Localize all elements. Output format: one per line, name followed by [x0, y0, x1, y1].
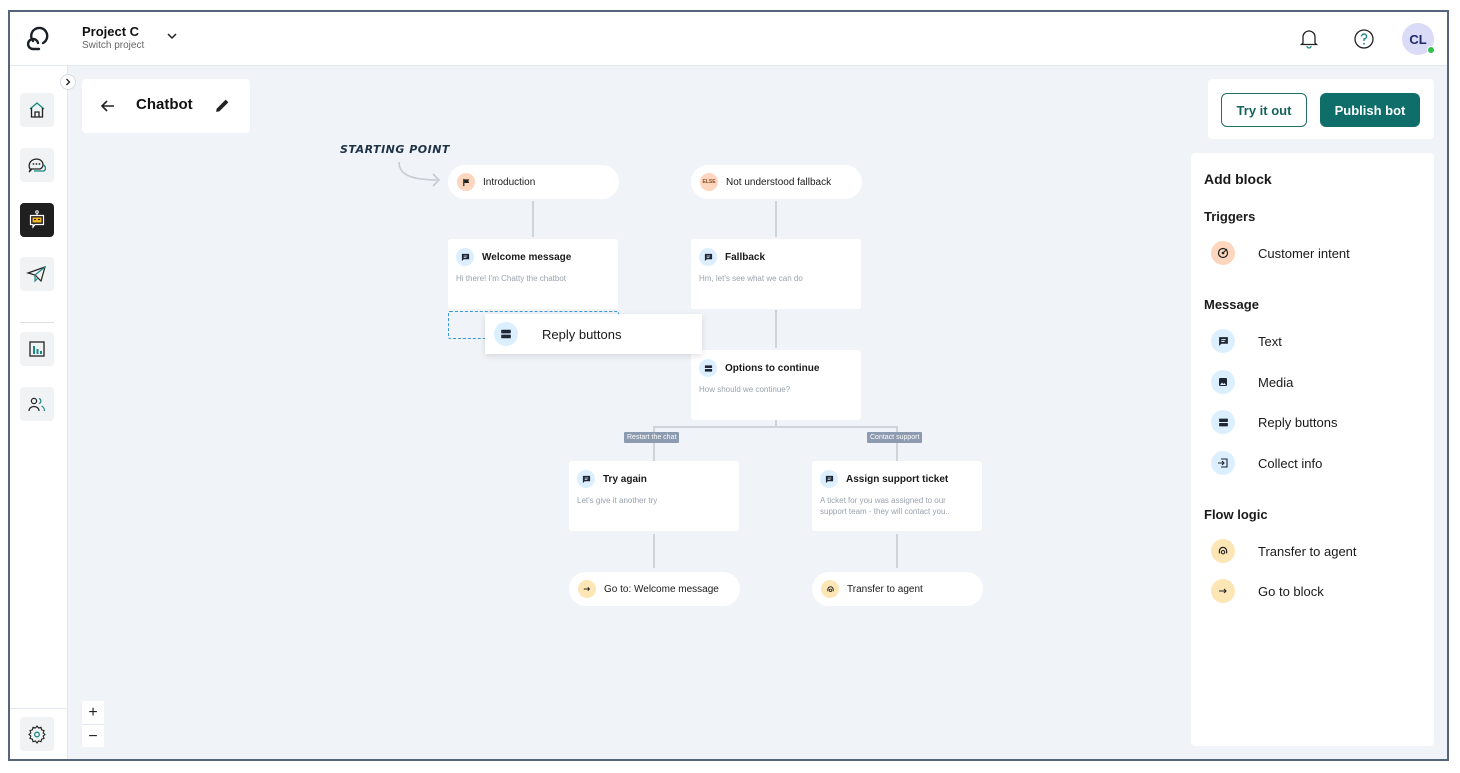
- sidebar-item-reports[interactable]: [20, 332, 54, 366]
- connector: [775, 310, 777, 348]
- branch-label-restart: Restart the chat: [624, 432, 680, 443]
- node-assign-support-ticket[interactable]: Assign support ticket A ticket for you w…: [812, 461, 982, 531]
- node-go-to-welcome[interactable]: Go to: Welcome message: [569, 572, 740, 606]
- zoom-controls: + −: [82, 701, 104, 747]
- sidebar-item-campaigns[interactable]: [20, 257, 54, 291]
- node-transfer-to-agent[interactable]: Transfer to agent: [812, 572, 983, 606]
- dragging-block-reply-buttons[interactable]: Reply buttons: [485, 314, 702, 354]
- input-icon: [1211, 451, 1235, 475]
- message-icon: [820, 470, 838, 488]
- sidebar-collapse-toggle[interactable]: [60, 74, 76, 90]
- block-media[interactable]: Media: [1211, 368, 1293, 396]
- user-avatar[interactable]: CL: [1402, 23, 1435, 55]
- reply-buttons-icon: [1211, 410, 1235, 434]
- sidebar-item-chatbot[interactable]: [20, 203, 54, 237]
- node-try-again[interactable]: Try again Let's give it another try: [569, 461, 739, 531]
- section-triggers: Triggers: [1204, 209, 1256, 224]
- reply-buttons-icon: [494, 322, 518, 346]
- sidebar-item-conversations[interactable]: [20, 148, 54, 182]
- project-switcher[interactable]: Project C Switch project: [82, 24, 144, 52]
- section-flow-logic: Flow logic: [1204, 507, 1268, 522]
- image-icon: [1211, 370, 1235, 394]
- sidebar-item-settings[interactable]: [20, 717, 54, 751]
- block-text[interactable]: Text: [1211, 327, 1282, 355]
- branch-label-contact: Contact support: [867, 432, 923, 443]
- else-badge-icon: ELSE: [700, 173, 718, 191]
- help-icon[interactable]: [1353, 28, 1375, 50]
- connector: [653, 534, 655, 568]
- connector: [653, 426, 898, 428]
- gear-icon: [28, 725, 46, 744]
- sidebar-item-contacts[interactable]: [20, 387, 54, 421]
- sidebar-bottom-divider: [10, 708, 67, 709]
- connector: [532, 201, 534, 237]
- back-arrow-icon[interactable]: [100, 98, 116, 114]
- block-collect-info[interactable]: Collect info: [1211, 449, 1322, 477]
- block-reply-buttons[interactable]: Reply buttons: [1211, 408, 1338, 436]
- message-icon: [577, 470, 595, 488]
- top-bar: Project C Switch project CL: [10, 12, 1447, 66]
- connector: [896, 534, 898, 568]
- zoom-in-button[interactable]: +: [82, 701, 104, 724]
- headset-icon: [821, 580, 839, 598]
- arrow-right-icon: [578, 580, 596, 598]
- sidebar-divider: [20, 322, 54, 323]
- page-title: Chatbot: [136, 96, 193, 113]
- block-go-to-block[interactable]: Go to block: [1211, 577, 1324, 605]
- app-window: STARTING POINT Introduction ELSE Not und…: [8, 10, 1449, 761]
- starting-point-label: STARTING POINT: [340, 143, 450, 156]
- flag-icon: [457, 173, 475, 191]
- add-block-panel: Add block Triggers Customer intent Messa…: [1191, 153, 1434, 746]
- block-transfer-to-agent[interactable]: Transfer to agent: [1211, 537, 1357, 565]
- chevron-right-icon: [66, 78, 71, 86]
- message-icon: [699, 248, 717, 266]
- node-welcome-message[interactable]: Welcome message Hi there! I'm Chatty the…: [448, 239, 618, 309]
- publish-bot-button[interactable]: Publish bot: [1320, 93, 1420, 127]
- panel-title: Add block: [1204, 171, 1272, 187]
- app-logo-icon[interactable]: [24, 25, 52, 53]
- node-fallback[interactable]: Fallback Hm, let's see what we can do: [691, 239, 861, 309]
- node-not-understood-fallback[interactable]: ELSE Not understood fallback: [691, 165, 862, 199]
- home-icon: [29, 102, 45, 118]
- reply-buttons-icon: [699, 359, 717, 377]
- paper-plane-icon: [26, 266, 46, 283]
- sidebar: [10, 66, 68, 759]
- message-icon: [1211, 329, 1235, 353]
- section-message: Message: [1204, 297, 1259, 312]
- sidebar-item-home[interactable]: [20, 93, 54, 127]
- try-it-out-button[interactable]: Try it out: [1221, 93, 1307, 127]
- message-icon: [456, 248, 474, 266]
- block-customer-intent[interactable]: Customer intent: [1211, 239, 1350, 267]
- zoom-out-button[interactable]: −: [82, 725, 104, 748]
- target-icon: [1211, 241, 1235, 265]
- online-status-dot: [1427, 46, 1435, 54]
- action-card: Try it out Publish bot: [1208, 79, 1434, 139]
- users-icon: [28, 397, 46, 412]
- curved-arrow-icon: [398, 161, 441, 187]
- node-options-to-continue[interactable]: Options to continue How should we contin…: [691, 350, 861, 420]
- pencil-icon[interactable]: [214, 97, 231, 114]
- node-introduction[interactable]: Introduction: [448, 165, 619, 199]
- bar-chart-icon: [29, 341, 45, 357]
- project-subtitle: Switch project: [82, 40, 145, 51]
- chat-bubble-icon: [28, 158, 47, 173]
- headset-icon: [1211, 539, 1235, 563]
- bot-title-card: Chatbot: [82, 79, 250, 133]
- project-name: Project C: [82, 24, 140, 39]
- chevron-down-icon[interactable]: [164, 28, 180, 44]
- arrow-right-icon: [1211, 579, 1235, 603]
- bot-icon: [29, 210, 45, 229]
- bell-icon[interactable]: [1298, 27, 1320, 49]
- connector: [775, 201, 777, 237]
